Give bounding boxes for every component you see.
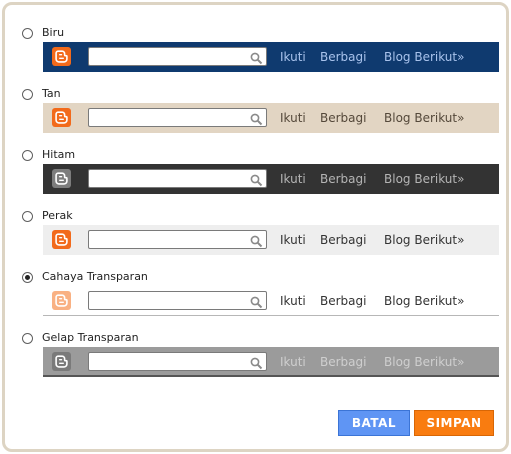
follow-link[interactable]: Ikuti [280,110,306,126]
share-link[interactable]: Berbagi [320,110,366,126]
blogger-logo-icon[interactable] [52,230,71,249]
search-field[interactable] [88,47,267,69]
radio-button[interactable] [22,149,33,161]
follow-link[interactable]: Ikuti [280,232,306,248]
magnifier-icon[interactable] [250,111,263,130]
magnifier-icon[interactable] [250,294,263,313]
magnifier-icon[interactable] [250,172,263,191]
option-label: Cahaya Transparan [42,270,148,283]
next-blog-link[interactable]: Blog Berikut» [384,171,464,187]
radio-button[interactable] [22,332,33,344]
option-label: Biru [42,26,65,39]
follow-link[interactable]: Ikuti [280,354,306,370]
share-link[interactable]: Berbagi [320,354,366,370]
option-label: Perak [42,209,73,222]
option-radio-row[interactable]: Hitam [22,147,75,163]
follow-link[interactable]: Ikuti [280,49,306,65]
search-field[interactable] [88,352,267,374]
navbar-preview: Ikuti Berbagi Blog Berikut» [43,164,499,194]
navbar-preview: Ikuti Berbagi Blog Berikut» [43,347,499,377]
option-radio-row[interactable]: Cahaya Transparan [22,269,148,285]
option-label: Tan [42,87,61,100]
search-input[interactable] [89,356,245,373]
search-field[interactable] [88,169,267,191]
navbar-preview: Ikuti Berbagi Blog Berikut» [43,103,499,133]
search-input[interactable] [89,112,245,129]
blogger-logo-icon[interactable] [52,108,71,127]
option-radio-row[interactable]: Gelap Transparan [22,330,139,346]
blogger-logo-icon[interactable] [52,169,71,188]
next-blog-link[interactable]: Blog Berikut» [384,232,464,248]
navbar-preview: Ikuti Berbagi Blog Berikut» [43,286,499,316]
magnifier-icon[interactable] [250,50,263,69]
save-button[interactable]: SIMPAN [414,410,494,436]
search-field[interactable] [88,230,267,252]
navbar-preview: Ikuti Berbagi Blog Berikut» [43,225,499,255]
follow-link[interactable]: Ikuti [280,293,306,309]
next-blog-link[interactable]: Blog Berikut» [384,49,464,65]
option-label: Hitam [42,148,76,161]
blogger-logo-icon[interactable] [52,47,71,66]
magnifier-icon[interactable] [250,233,263,252]
search-input[interactable] [89,51,245,68]
share-link[interactable]: Berbagi [320,171,366,187]
magnifier-icon[interactable] [250,355,263,374]
option-radio-row[interactable]: Biru [22,25,64,41]
blogger-logo-icon[interactable] [52,352,71,371]
search-input[interactable] [89,295,245,312]
option-label: Gelap Transparan [42,331,139,344]
follow-link[interactable]: Ikuti [280,171,306,187]
option-radio-row[interactable]: Tan [22,86,61,102]
option-radio-row[interactable]: Perak [22,208,73,224]
navbar-style-dialog: Biru Ikuti Berbagi Blog Berikut» Tan Iku… [2,2,509,452]
radio-button[interactable] [22,88,33,100]
share-link[interactable]: Berbagi [320,49,366,65]
search-field[interactable] [88,291,267,313]
radio-button[interactable] [22,27,33,39]
radio-button[interactable] [22,210,33,222]
navbar-preview: Ikuti Berbagi Blog Berikut» [43,42,499,72]
search-input[interactable] [89,234,245,251]
next-blog-link[interactable]: Blog Berikut» [384,110,464,126]
next-blog-link[interactable]: Blog Berikut» [384,293,464,309]
radio-button[interactable] [22,271,33,283]
search-field[interactable] [88,108,267,130]
blogger-logo-icon[interactable] [52,291,71,310]
cancel-button[interactable]: BATAL [338,410,410,436]
search-input[interactable] [89,173,245,190]
next-blog-link[interactable]: Blog Berikut» [384,354,464,370]
share-link[interactable]: Berbagi [320,293,366,309]
share-link[interactable]: Berbagi [320,232,366,248]
